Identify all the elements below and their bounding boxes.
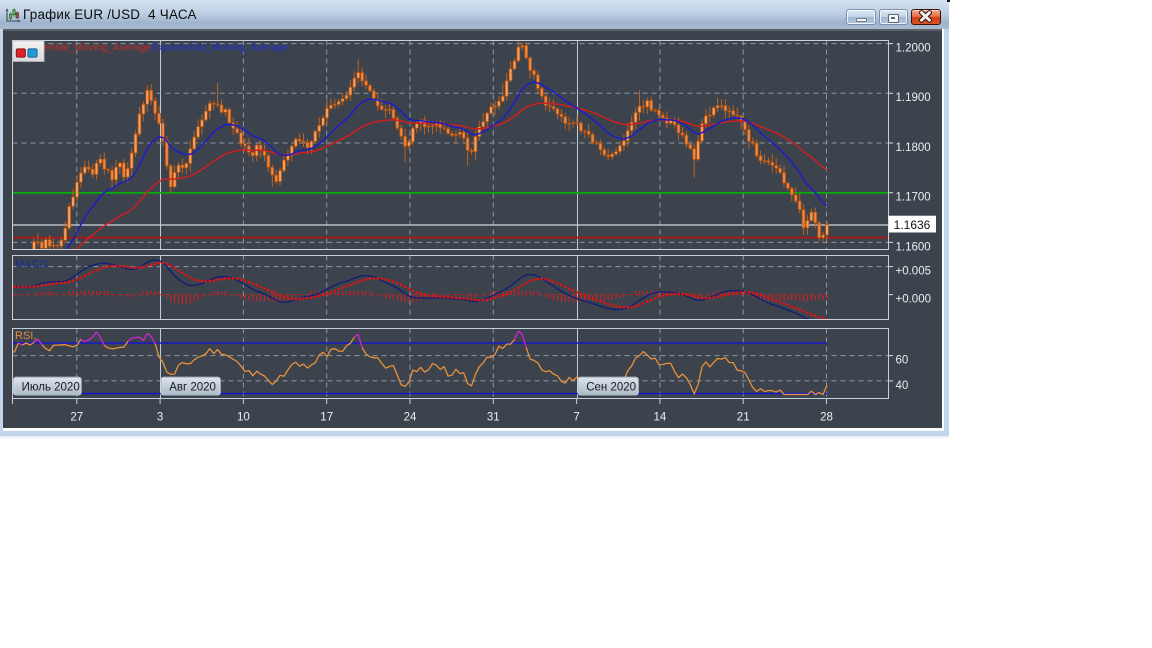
svg-text:24: 24	[404, 412, 417, 424]
svg-text:3: 3	[157, 412, 163, 424]
svg-text:1.1700: 1.1700	[896, 192, 931, 204]
svg-text:RSI,: RSI,	[15, 330, 36, 342]
svg-text:40: 40	[896, 380, 909, 392]
svg-text:60: 60	[896, 355, 909, 367]
svg-text:28: 28	[820, 412, 833, 424]
svg-text:Авг 2020: Авг 2020	[169, 382, 216, 394]
svg-text:21: 21	[737, 412, 750, 424]
svg-text:1.1600: 1.1600	[896, 241, 931, 253]
svg-text:MACD: MACD	[15, 258, 47, 270]
svg-text:1.1636: 1.1636	[894, 218, 931, 232]
svg-text:7: 7	[573, 412, 579, 424]
svg-text:+0.000: +0.000	[896, 294, 932, 306]
svg-text:+0.005: +0.005	[896, 266, 932, 278]
svg-text:27: 27	[70, 412, 83, 424]
svg-text:1.2000: 1.2000	[896, 43, 931, 55]
svg-text:14: 14	[654, 412, 667, 424]
svg-text:Июль 2020: Июль 2020	[22, 382, 80, 394]
svg-text:17: 17	[320, 412, 333, 424]
svg-text:1.1800: 1.1800	[896, 142, 931, 154]
svg-text:10: 10	[237, 412, 250, 424]
svg-text:Сен 2020: Сен 2020	[586, 382, 636, 394]
svg-text:31: 31	[487, 412, 500, 424]
svg-text:1.1900: 1.1900	[896, 92, 931, 104]
svg-text:Exponential_Moving_Average: Exponential_Moving_Average	[152, 42, 289, 53]
